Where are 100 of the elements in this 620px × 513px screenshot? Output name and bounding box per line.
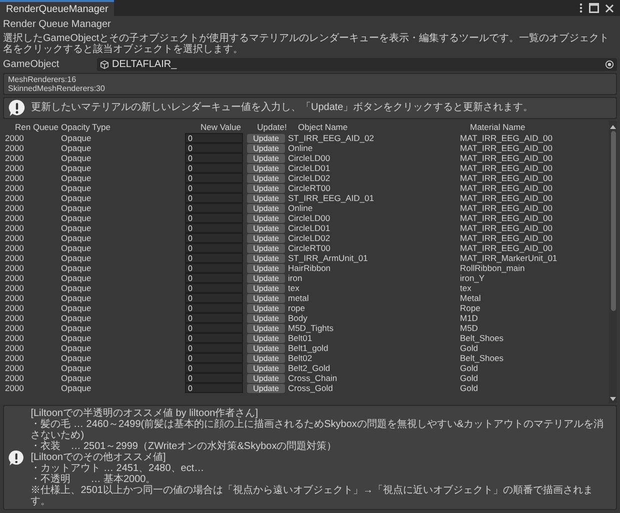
object-name-link[interactable]: CircleLD02 (288, 173, 460, 183)
new-value-field[interactable]: 0 (185, 343, 243, 353)
new-value-field[interactable]: 0 (185, 183, 243, 193)
opacity-type-cell-text: Opaque (61, 353, 92, 363)
vertical-scrollbar[interactable] (609, 121, 617, 403)
update-button[interactable]: Update (247, 154, 285, 162)
object-name-link[interactable]: CircleRT00 (288, 243, 460, 253)
new-value-field[interactable]: 0 (185, 173, 243, 183)
update-button[interactable]: Update (247, 274, 285, 282)
new-value-field[interactable]: 0 (185, 323, 243, 333)
object-name-link[interactable]: Online (288, 143, 460, 153)
object-name-link[interactable]: rope (288, 303, 460, 313)
new-value-field[interactable]: 0 (185, 383, 243, 393)
new-value-field[interactable]: 0 (185, 263, 243, 273)
update-button[interactable]: Update (247, 234, 285, 242)
material-name-cell-text: MAT_IRR_EEG_AID_00 (460, 173, 554, 183)
column-header: New Value (200, 122, 242, 132)
target-picker-icon[interactable] (605, 60, 614, 68)
new-value-field[interactable]: 0 (185, 203, 243, 213)
update-button[interactable]: Update (247, 144, 285, 152)
object-name-link[interactable]: CircleRT00 (288, 183, 460, 193)
scroll-up-icon[interactable] (610, 125, 616, 129)
object-name-link[interactable]: CircleLD01 (288, 223, 460, 233)
object-name-link[interactable]: Belt1_gold (288, 343, 460, 353)
update-button[interactable]: Update (247, 374, 285, 382)
maximize-icon[interactable] (589, 3, 599, 13)
window-tab[interactable]: RenderQueueManager (0, 0, 114, 16)
object-name-link[interactable]: Online (288, 203, 460, 213)
object-name-link[interactable]: ST_IRR_EEG_AID_02 (288, 133, 460, 143)
close-icon[interactable] (605, 4, 614, 12)
object-name-link[interactable]: metal (288, 293, 460, 303)
new-value-field[interactable]: 0 (185, 353, 243, 363)
object-name-link[interactable]: Belt2_Gold (288, 363, 460, 373)
new-value-field[interactable]: 0 (185, 233, 243, 243)
object-name-link[interactable]: ST_IRR_ArmUnit_01 (288, 253, 460, 263)
scroll-down-icon[interactable] (610, 397, 616, 401)
update-button[interactable]: Update (247, 354, 285, 362)
object-name-link[interactable]: iron (288, 273, 460, 283)
update-button[interactable]: Update (247, 214, 285, 222)
update-button[interactable]: Update (247, 204, 285, 212)
opacity-type-cell-text: Opaque (61, 263, 92, 273)
new-value-field[interactable]: 0 (185, 273, 243, 283)
new-value-field[interactable]: 0 (185, 153, 243, 163)
object-name-link[interactable]: HairRibbon (288, 263, 460, 273)
update-button[interactable]: Update (247, 134, 285, 142)
new-value-field[interactable]: 0 (185, 193, 243, 203)
object-name-link[interactable]: ST_IRR_EEG_AID_01 (288, 193, 460, 203)
update-button[interactable]: Update (247, 224, 285, 232)
update-button[interactable]: Update (247, 304, 285, 312)
update-button[interactable]: Update (247, 364, 285, 372)
new-value-field[interactable]: 0 (185, 303, 243, 313)
render-queue-cell-text: 2000 (4, 363, 25, 373)
scroll-thumb[interactable] (610, 131, 616, 311)
update-button[interactable]: Update (247, 284, 285, 292)
render-queue-cell-text: 2000 (4, 323, 25, 333)
update-button[interactable]: Update (247, 174, 285, 182)
object-name-link[interactable]: CircleLD01 (288, 163, 460, 173)
new-value-field[interactable]: 0 (185, 133, 243, 143)
update-button[interactable]: Update (247, 324, 285, 332)
material-name-cell-text: MAT_IRR_EEG_AID_00 (460, 223, 554, 233)
object-name-link[interactable]: CircleLD02 (288, 233, 460, 243)
update-button[interactable]: Update (247, 264, 285, 272)
update-button[interactable]: Update (247, 194, 285, 202)
renderer-count: SkinnedMeshRenderers:30 (8, 84, 106, 93)
update-button[interactable]: Update (247, 244, 285, 252)
update-button[interactable]: Update (247, 184, 285, 192)
update-button[interactable]: Update (247, 294, 285, 302)
object-name-link[interactable]: tex (288, 283, 460, 293)
object-name-link[interactable]: CircleLD00 (288, 213, 460, 223)
update-button[interactable]: Update (247, 164, 285, 172)
new-value-field[interactable]: 0 (185, 373, 243, 383)
object-name-link[interactable]: Belt02 (288, 353, 460, 363)
update-button[interactable]: Update (247, 344, 285, 352)
new-value-field[interactable]: 0 (185, 333, 243, 343)
new-value-field[interactable]: 0 (185, 293, 243, 303)
object-name-link[interactable]: Belt01 (288, 333, 460, 343)
object-name-link[interactable]: M5D_Tights (288, 323, 460, 333)
gameobject-field[interactable]: DELTAFLAIR_ (97, 58, 617, 70)
update-button[interactable]: Update (247, 314, 285, 322)
new-value-field[interactable]: 0 (185, 213, 243, 223)
update-button[interactable]: Update (247, 334, 285, 342)
new-value-field[interactable]: 0 (185, 363, 243, 373)
new-value-field[interactable]: 0 (185, 283, 243, 293)
object-name-link[interactable]: Cross_Chain (288, 373, 460, 383)
new-value-field[interactable]: 0 (185, 253, 243, 263)
material-name-cell-text: MAT_IRR_EEG_AID_00 (460, 163, 554, 173)
update-button[interactable]: Update (247, 384, 285, 392)
more-options-icon[interactable] (579, 3, 583, 13)
new-value-field[interactable]: 0 (185, 243, 243, 253)
object-name-link[interactable]: Body (288, 313, 460, 323)
new-value-field[interactable]: 0 (185, 223, 243, 233)
update-button[interactable]: Update (247, 254, 285, 262)
new-value-field[interactable]: 0 (185, 163, 243, 173)
object-name-link[interactable]: Cross_Gold (288, 383, 460, 393)
render-queue-cell-text: 2000 (4, 283, 25, 293)
new-value-field[interactable]: 0 (185, 143, 243, 153)
help-exclamation-icon (8, 448, 25, 466)
new-value-field[interactable]: 0 (185, 313, 243, 323)
object-name-link[interactable]: CircleLD00 (288, 153, 460, 163)
opacity-type-cell-text: Opaque (61, 313, 92, 323)
